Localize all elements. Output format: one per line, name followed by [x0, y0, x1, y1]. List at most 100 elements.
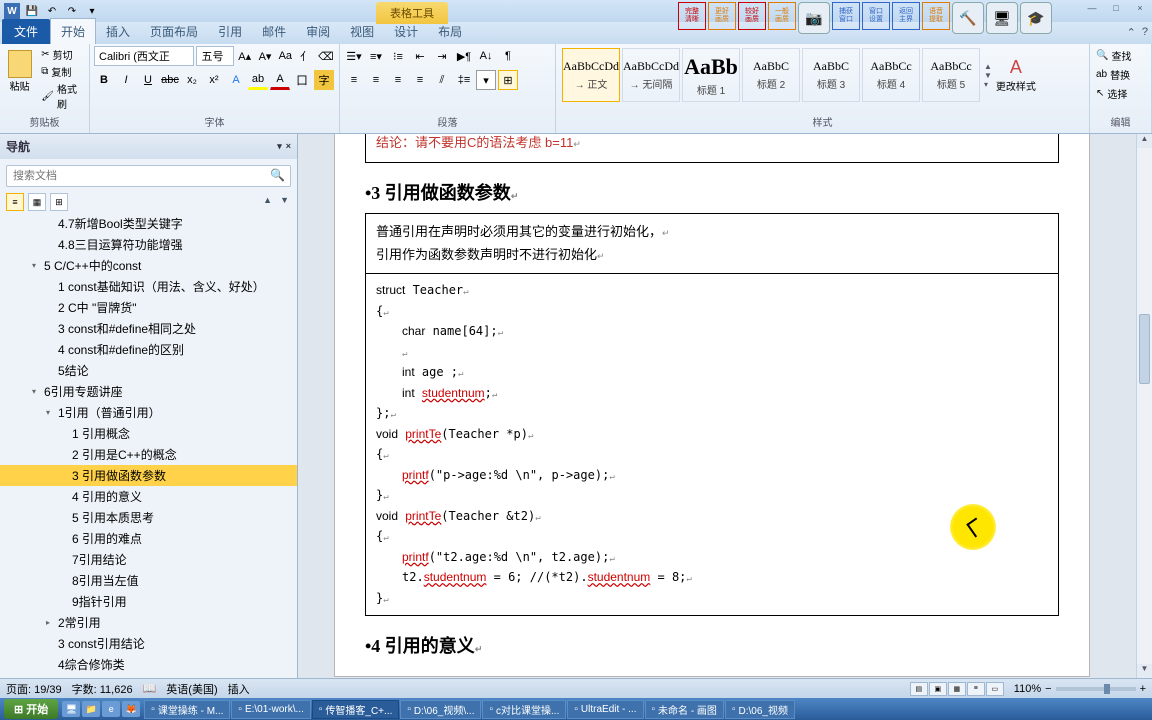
- taskbar-item[interactable]: ▫课堂操练 - M...: [144, 700, 230, 719]
- style-item[interactable]: AaBbCcDd→ 无间隔: [622, 48, 680, 102]
- expander-icon[interactable]: ▸: [46, 618, 56, 627]
- addon-camera-icon[interactable]: 📷: [798, 2, 830, 34]
- ql-ie-icon[interactable]: e: [102, 701, 120, 717]
- align-left-button[interactable]: ≡: [344, 70, 364, 90]
- strike-button[interactable]: abc: [160, 70, 180, 90]
- nav-tree-item[interactable]: ▸2常引用: [0, 612, 297, 633]
- style-item[interactable]: AaBbC标题 3: [802, 48, 860, 102]
- addon-better[interactable]: 更好画质: [708, 2, 736, 30]
- ql-firefox-icon[interactable]: 🦊: [122, 701, 140, 717]
- view-web-button[interactable]: ▦: [948, 682, 966, 696]
- nav-tree-item[interactable]: 5结论: [0, 360, 297, 381]
- nav-tree-item[interactable]: 9指针引用: [0, 591, 297, 612]
- nav-close-icon[interactable]: ×: [286, 141, 291, 152]
- styles-row-down-icon[interactable]: ▼: [984, 71, 992, 80]
- nav-tree-item[interactable]: ▾1引用（普通引用）: [0, 402, 297, 423]
- view-draft-button[interactable]: ▭: [986, 682, 1004, 696]
- nav-down-icon[interactable]: ▼: [278, 193, 291, 211]
- maximize-button[interactable]: □: [1104, 0, 1128, 16]
- style-item[interactable]: AaBb标题 1: [682, 48, 740, 102]
- tab-layout[interactable]: 页面布局: [140, 19, 208, 44]
- align-center-button[interactable]: ≡: [366, 70, 386, 90]
- zoom-out-button[interactable]: −: [1045, 683, 1051, 695]
- close-button[interactable]: ×: [1128, 0, 1152, 16]
- minimize-ribbon-icon[interactable]: ⌃: [1127, 26, 1136, 39]
- shrink-font-button[interactable]: A▾: [256, 46, 274, 66]
- format-painter-button[interactable]: 🖌格式刷: [39, 80, 85, 112]
- addon-tool1-icon[interactable]: 🔨: [952, 2, 984, 34]
- status-page[interactable]: 页面: 19/39: [6, 681, 62, 697]
- change-styles-button[interactable]: A更改样式: [996, 48, 1036, 102]
- numbering-button[interactable]: ≡▾: [366, 46, 386, 66]
- zoom-thumb[interactable]: [1104, 684, 1110, 694]
- justify-button[interactable]: ≡: [410, 70, 430, 90]
- contextual-tab-table-tools[interactable]: 表格工具: [376, 2, 448, 24]
- bold-button[interactable]: B: [94, 70, 114, 90]
- style-item[interactable]: AaBbCc标题 5: [922, 48, 980, 102]
- ltr-button[interactable]: ▶¶: [454, 46, 474, 66]
- change-case-button[interactable]: Aa: [276, 46, 294, 66]
- nav-tree-item[interactable]: 2 C中 "冒牌货": [0, 297, 297, 318]
- redo-icon[interactable]: ↷: [64, 3, 80, 19]
- phonetic-button[interactable]: ⺅: [296, 46, 314, 66]
- qat-more-icon[interactable]: ▾: [84, 3, 100, 19]
- addon-good[interactable]: 较好画质: [738, 2, 766, 30]
- nav-tab-headings[interactable]: ≡: [6, 193, 24, 211]
- text-effects-button[interactable]: A: [226, 70, 246, 90]
- expander-icon[interactable]: ▾: [32, 261, 42, 270]
- tab-file[interactable]: 文件: [2, 19, 50, 44]
- distribute-button[interactable]: ⫽: [432, 70, 452, 90]
- nav-tree-item[interactable]: 5综合练习: [0, 675, 297, 678]
- addon-home[interactable]: 返回主界: [892, 2, 920, 30]
- addon-audio[interactable]: 语音提取: [922, 2, 950, 30]
- nav-tab-pages[interactable]: ▦: [28, 193, 46, 211]
- nav-tree-item[interactable]: 8引用当左值: [0, 570, 297, 591]
- addon-clear[interactable]: 完整清晰: [678, 2, 706, 30]
- addon-capture[interactable]: 捕获窗口: [832, 2, 860, 30]
- enclose-char-button[interactable]: 字: [314, 70, 334, 90]
- taskbar-item[interactable]: ▫E:\01-work\...: [231, 700, 310, 719]
- font-name-combo[interactable]: Calibri (西文正: [94, 46, 194, 66]
- status-language[interactable]: 英语(美国): [166, 681, 217, 697]
- nav-tab-results[interactable]: ⊞: [50, 193, 68, 211]
- search-input[interactable]: [6, 165, 291, 187]
- underline-button[interactable]: U: [138, 70, 158, 90]
- grow-font-button[interactable]: A▴: [236, 46, 254, 66]
- decrease-indent-button[interactable]: ⇤: [410, 46, 430, 66]
- nav-tree-item[interactable]: 3 引用做函数参数: [0, 465, 297, 486]
- copy-button[interactable]: ⧉复制: [39, 63, 85, 80]
- show-marks-button[interactable]: ¶: [498, 46, 518, 66]
- taskbar-item[interactable]: ▫UltraEdit - ...: [567, 700, 643, 719]
- tab-mail[interactable]: 邮件: [252, 19, 296, 44]
- sort-button[interactable]: A↓: [476, 46, 496, 66]
- nav-tree-item[interactable]: 3 const引用结论: [0, 633, 297, 654]
- nav-tree-item[interactable]: 5 引用本质思考: [0, 507, 297, 528]
- nav-tree-item[interactable]: 4综合修饰类: [0, 654, 297, 675]
- tab-home[interactable]: 开始: [50, 18, 96, 44]
- scroll-up-icon[interactable]: ▲: [1137, 134, 1152, 148]
- font-color-button[interactable]: A: [270, 70, 290, 90]
- bullets-button[interactable]: ☰▾: [344, 46, 364, 66]
- proofing-icon[interactable]: 📖: [143, 682, 157, 695]
- undo-icon[interactable]: ↶: [44, 3, 60, 19]
- nav-up-icon[interactable]: ▲: [261, 193, 274, 211]
- tab-review[interactable]: 审阅: [296, 19, 340, 44]
- taskbar-item[interactable]: ▫c对比课堂操...: [482, 700, 566, 719]
- taskbar-item[interactable]: ▫未命名 - 画图: [645, 700, 724, 719]
- nav-dropdown-icon[interactable]: ▾: [277, 141, 282, 152]
- scroll-down-icon[interactable]: ▼: [1137, 664, 1152, 678]
- nav-tree-item[interactable]: 4 const和#define的区别: [0, 339, 297, 360]
- char-border-button[interactable]: 囗: [292, 70, 312, 90]
- borders-button[interactable]: ⊞: [498, 70, 518, 90]
- help-icon[interactable]: ?: [1142, 26, 1148, 39]
- italic-button[interactable]: I: [116, 70, 136, 90]
- status-mode[interactable]: 插入: [228, 681, 250, 697]
- cut-button[interactable]: ✂剪切: [39, 46, 85, 63]
- zoom-in-button[interactable]: +: [1140, 683, 1146, 695]
- nav-tree-item[interactable]: 4 引用的意义: [0, 486, 297, 507]
- save-icon[interactable]: 💾: [24, 3, 40, 19]
- taskbar-item[interactable]: ▫D:\06_视频: [725, 700, 795, 719]
- ql-desktop-icon[interactable]: 🖥: [62, 701, 80, 717]
- minimize-button[interactable]: —: [1080, 0, 1104, 16]
- nav-tree-item[interactable]: 3 const和#define相同之处: [0, 318, 297, 339]
